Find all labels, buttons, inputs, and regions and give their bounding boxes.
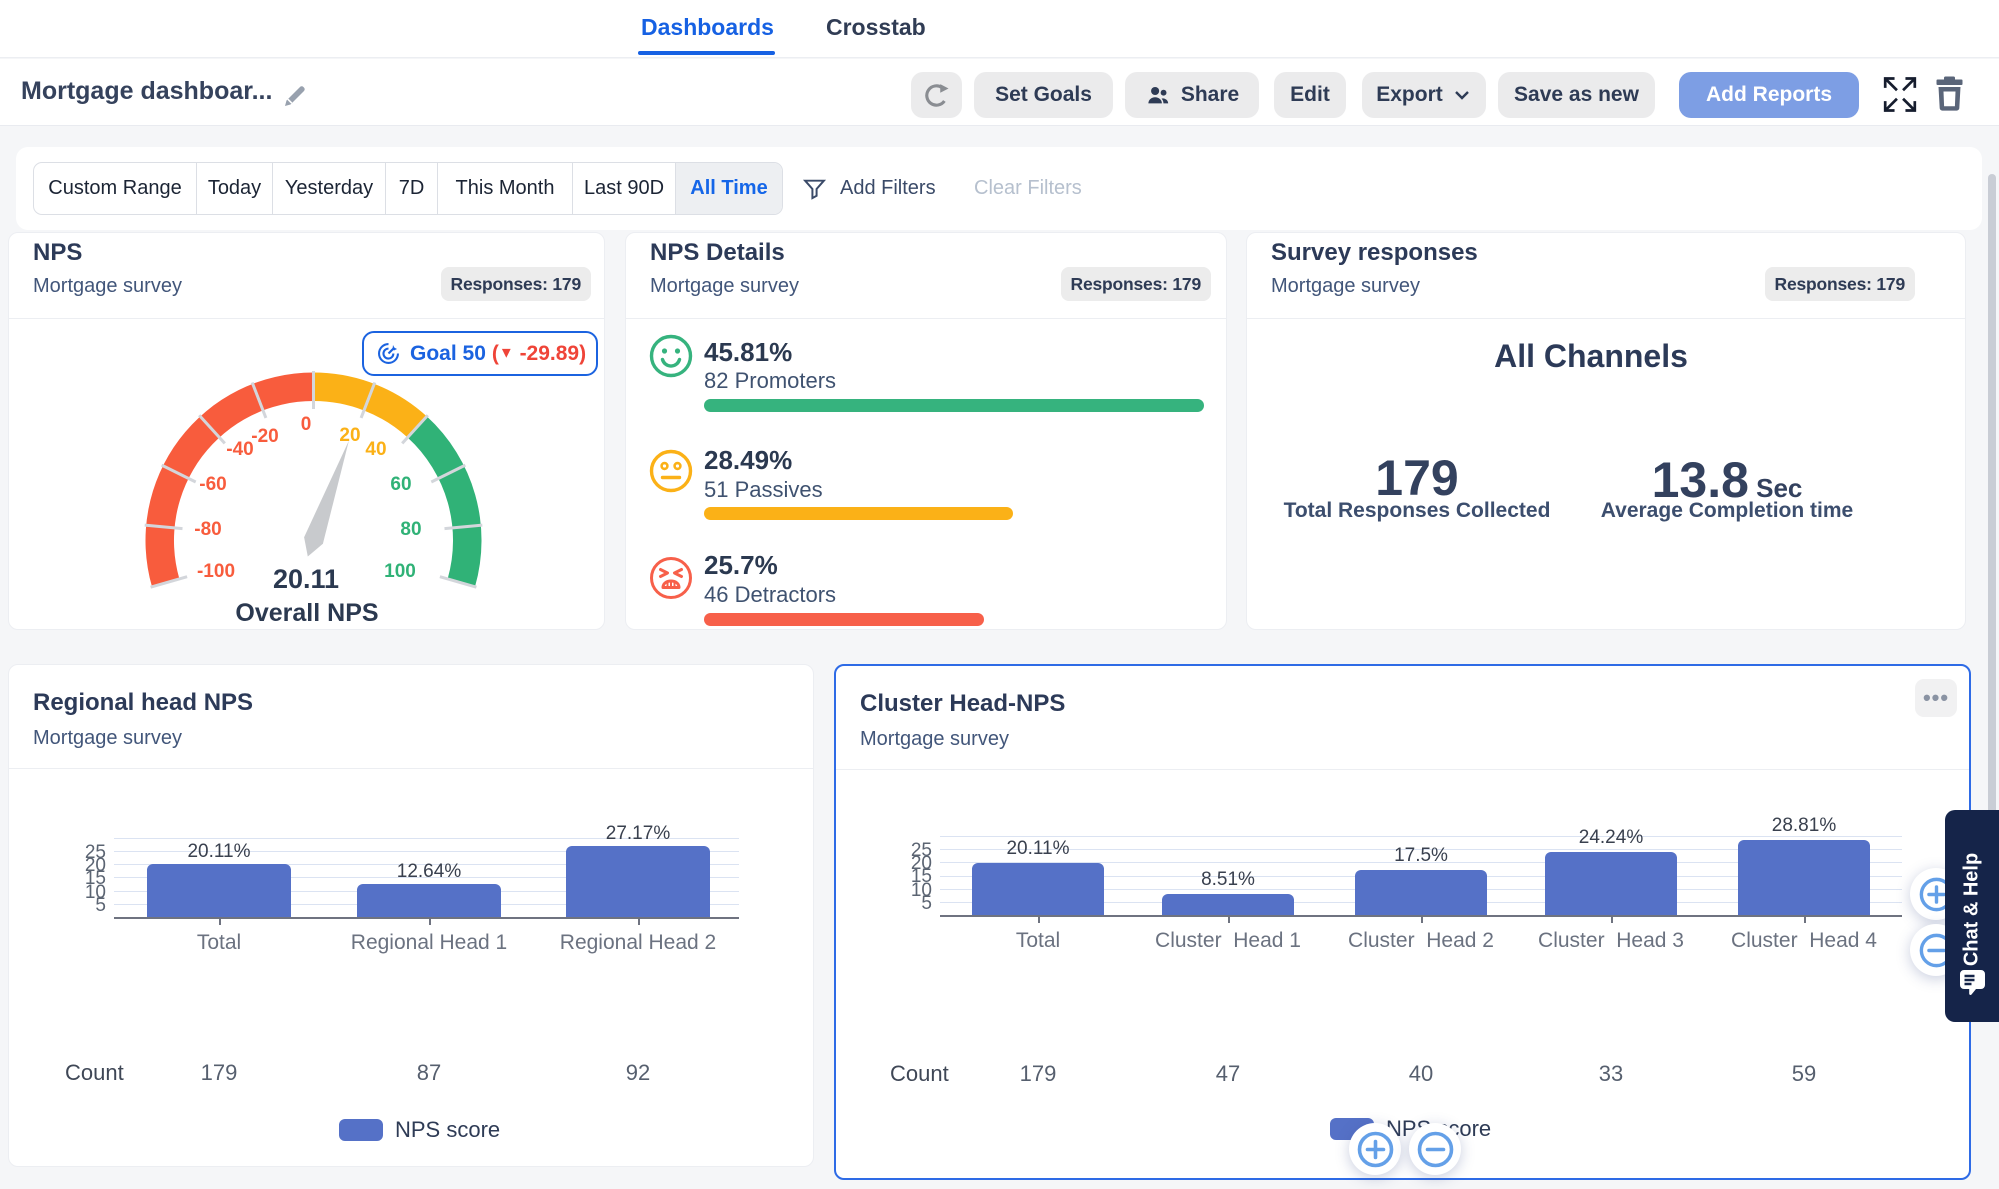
svg-text:Overall NPS: Overall NPS bbox=[235, 599, 378, 627]
svg-text:100: 100 bbox=[384, 561, 416, 582]
svg-text:-80: -80 bbox=[194, 519, 221, 540]
svg-text:-60: -60 bbox=[199, 474, 226, 495]
svg-text:-100: -100 bbox=[197, 561, 235, 582]
svg-text:20: 20 bbox=[339, 425, 360, 446]
svg-text:0: 0 bbox=[301, 414, 312, 435]
svg-text:-20: -20 bbox=[251, 426, 278, 447]
svg-text:80: 80 bbox=[400, 519, 421, 540]
svg-text:40: 40 bbox=[365, 439, 386, 460]
svg-text:20.11: 20.11 bbox=[273, 564, 339, 594]
svg-text:60: 60 bbox=[390, 474, 411, 495]
svg-text:-40: -40 bbox=[226, 439, 253, 460]
